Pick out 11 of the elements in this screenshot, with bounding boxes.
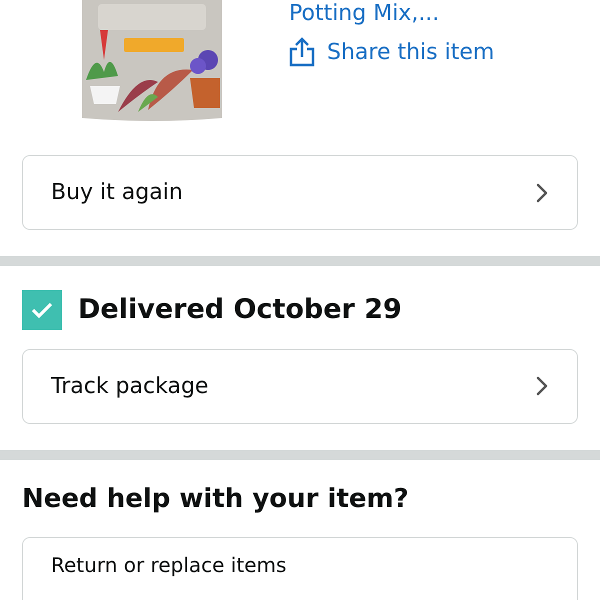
delivery-status: Delivered October 29 [78, 293, 402, 327]
share-link[interactable]: Share this item [289, 36, 494, 68]
share-icon [289, 37, 315, 67]
checkmark-icon [31, 301, 53, 320]
track-package-button[interactable]: Track package [22, 348, 578, 424]
return-button[interactable]: Return or replace items [22, 536, 578, 600]
buy-again-button[interactable]: Buy it again [22, 155, 578, 230]
chevron-right-icon [535, 375, 549, 397]
product-title-link[interactable]: Potting Mix,... [289, 0, 494, 28]
help-heading: Need help with your item? [22, 482, 410, 516]
chevron-right-icon [535, 182, 549, 204]
